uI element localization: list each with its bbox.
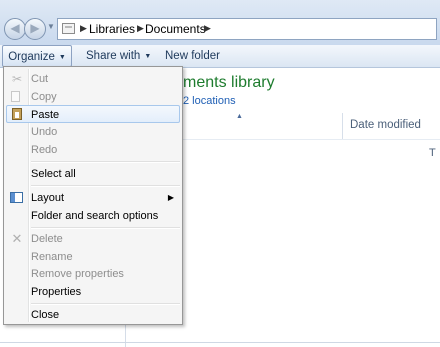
- menu-item-delete[interactable]: ✕ Delete: [6, 230, 180, 248]
- menu-item-select-all[interactable]: Select all: [6, 165, 180, 183]
- dropdown-caret-icon: ▼: [58, 54, 66, 61]
- sort-ascending-icon: ▲: [236, 113, 243, 120]
- forward-button[interactable]: ▶: [24, 18, 46, 40]
- back-button[interactable]: ◀: [4, 18, 26, 40]
- menu-separator: [31, 185, 180, 187]
- menu-item-properties[interactable]: Properties: [6, 283, 180, 301]
- menu-item-label: Remove properties: [31, 268, 124, 280]
- column-header-divider: [183, 139, 440, 140]
- share-with-label: Share with: [86, 50, 141, 62]
- menu-item-label: Redo: [31, 144, 58, 156]
- menu-item-remove-properties[interactable]: Remove properties: [6, 265, 180, 283]
- menu-item-label: Delete: [31, 233, 63, 245]
- new-folder-button[interactable]: New folder: [165, 45, 220, 67]
- column-header-date-modified[interactable]: Date modified: [350, 119, 421, 131]
- forward-arrow-icon: ▶: [30, 21, 40, 35]
- breadcrumb-separator-icon[interactable]: ▶: [80, 23, 87, 34]
- new-folder-label: New folder: [165, 50, 220, 62]
- menu-item-label: Cut: [31, 73, 49, 85]
- menu-item-close[interactable]: Close: [6, 306, 180, 324]
- column-divider[interactable]: [342, 113, 343, 139]
- breadcrumb-libraries[interactable]: Libraries: [89, 22, 135, 36]
- organize-menu: ✂ Cut Copy Paste Undo Redo Select all La…: [3, 66, 183, 325]
- breadcrumb-separator-icon[interactable]: ▶: [204, 23, 211, 34]
- share-with-button[interactable]: Share with ▼: [86, 45, 151, 67]
- menu-item-label: Close: [31, 309, 60, 321]
- menu-item-cut[interactable]: ✂ Cut: [6, 70, 180, 88]
- menu-item-copy[interactable]: Copy: [6, 88, 180, 106]
- organize-label: Organize: [8, 51, 55, 63]
- breadcrumb-documents[interactable]: Documents: [145, 22, 206, 36]
- menu-item-label: Select all: [31, 168, 76, 180]
- breadcrumb-separator-icon[interactable]: ▶: [137, 23, 144, 34]
- scissors-icon: ✂: [11, 72, 23, 86]
- title-bar: ◀ ▶ ▼ ▶ Libraries ▶ Documents ▶: [0, 0, 440, 46]
- menu-item-paste[interactable]: Paste: [6, 105, 180, 123]
- address-bar[interactable]: ▶ Libraries ▶ Documents ▶: [57, 18, 437, 40]
- menu-item-label: Rename: [31, 251, 73, 263]
- menu-item-label: Paste: [31, 109, 60, 121]
- window-bottom-border: [0, 342, 440, 343]
- library-title: ments library: [183, 74, 275, 91]
- back-arrow-icon: ◀: [10, 21, 20, 35]
- menu-item-label: Properties: [31, 286, 82, 298]
- menu-item-label: Layout: [31, 192, 65, 204]
- menu-item-undo[interactable]: Undo: [6, 123, 180, 141]
- recent-pages-chevron-icon[interactable]: ▼: [47, 22, 55, 31]
- menu-separator: [31, 227, 180, 229]
- folder-icon: [62, 23, 75, 34]
- dropdown-caret-icon: ▼: [144, 53, 152, 60]
- menu-item-label: Copy: [31, 91, 57, 103]
- delete-x-icon: ✕: [11, 231, 23, 246]
- menu-item-label: Folder and search options: [31, 210, 159, 222]
- menu-item-rename[interactable]: Rename: [6, 248, 180, 266]
- menu-separator: [31, 161, 180, 163]
- submenu-arrow-icon: ▶: [167, 193, 174, 202]
- menu-item-redo[interactable]: Redo: [6, 141, 180, 159]
- organize-button[interactable]: Organize ▼: [2, 45, 72, 67]
- menu-item-layout[interactable]: Layout ▶: [6, 189, 180, 207]
- column-header-type-partial[interactable]: T: [429, 147, 436, 159]
- menu-separator: [31, 303, 180, 305]
- menu-item-label: Undo: [31, 126, 58, 138]
- menu-item-folder-search-options[interactable]: Folder and search options: [6, 207, 180, 225]
- command-bar: Organize ▼ Share with ▼ New folder: [0, 45, 440, 68]
- library-locations-link[interactable]: 2 locations: [183, 95, 236, 107]
